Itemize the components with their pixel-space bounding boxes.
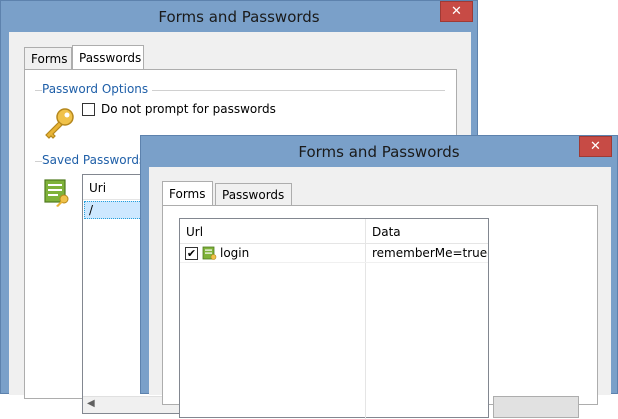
tab-passwords[interactable]: Passwords <box>72 45 144 69</box>
tab-passwords-label: Passwords <box>222 187 285 202</box>
checkmark-icon: ✔ <box>186 247 197 260</box>
row-checkbox[interactable]: ✔ <box>185 247 198 260</box>
back-window-title: Forms and Passwords <box>158 7 320 26</box>
front-window-client: Forms Passwords Url Data ✔ login remembe… <box>149 167 611 419</box>
key-icon <box>45 108 74 139</box>
front-window-close-button[interactable]: ✕ <box>579 136 612 157</box>
tab-forms-label: Forms <box>169 186 206 201</box>
back-tabstrip: Forms Passwords <box>24 45 324 69</box>
back-window-close-button[interactable]: ✕ <box>440 1 473 22</box>
table-row[interactable]: ✔ login rememberMe=true&u <box>180 245 488 263</box>
row-data: rememberMe=true&u <box>372 246 488 260</box>
forms-list-header: Url Data <box>180 219 490 419</box>
column-header-url-label: Url <box>186 224 204 239</box>
list-item-uri: / <box>89 203 94 217</box>
close-icon: ✕ <box>451 4 462 19</box>
forms-list[interactable]: Url Data ✔ login rememberMe=true <box>179 218 490 419</box>
saved-passwords-heading: Saved Passwords <box>42 153 150 167</box>
tab-passwords-label: Passwords <box>79 50 142 65</box>
form-key-icon <box>44 179 69 207</box>
front-tabstrip: Forms Passwords <box>162 181 462 205</box>
column-header-url[interactable]: Url <box>180 219 365 244</box>
close-icon: ✕ <box>590 139 601 154</box>
form-key-icon <box>202 246 217 260</box>
front-tabpanel: Url Data ✔ login rememberMe=true <box>162 205 598 419</box>
tab-forms[interactable]: Forms <box>24 47 72 69</box>
do-not-prompt-label[interactable]: Do not prompt for passwords <box>101 102 276 116</box>
front-window: Forms and Passwords ✕ Forms Passwords Ur… <box>140 135 618 419</box>
tab-passwords[interactable]: Passwords <box>215 183 292 205</box>
scroll-left-icon[interactable]: ◀ <box>87 398 95 409</box>
column-header-uri-label: Uri <box>89 180 107 195</box>
front-window-title: Forms and Passwords <box>298 142 460 161</box>
column-header-data-label: Data <box>372 224 401 239</box>
tab-forms[interactable]: Forms <box>162 181 213 205</box>
password-options-heading: Password Options <box>42 82 153 96</box>
row-url: login <box>220 246 250 260</box>
do-not-prompt-checkbox[interactable] <box>82 103 95 116</box>
tab-forms-label: Forms <box>31 51 68 66</box>
column-header-data[interactable]: Data <box>366 219 490 244</box>
partial-button[interactable] <box>493 396 579 418</box>
